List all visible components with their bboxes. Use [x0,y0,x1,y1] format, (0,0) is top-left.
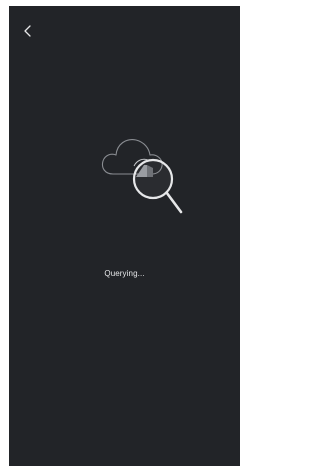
status-text: Querying... [104,269,145,278]
querying-illustration [99,130,199,230]
query-screen: Querying... [9,6,240,466]
back-button[interactable] [20,23,36,39]
chevron-left-icon [24,25,31,37]
magnifying-glass-icon [132,158,183,214]
